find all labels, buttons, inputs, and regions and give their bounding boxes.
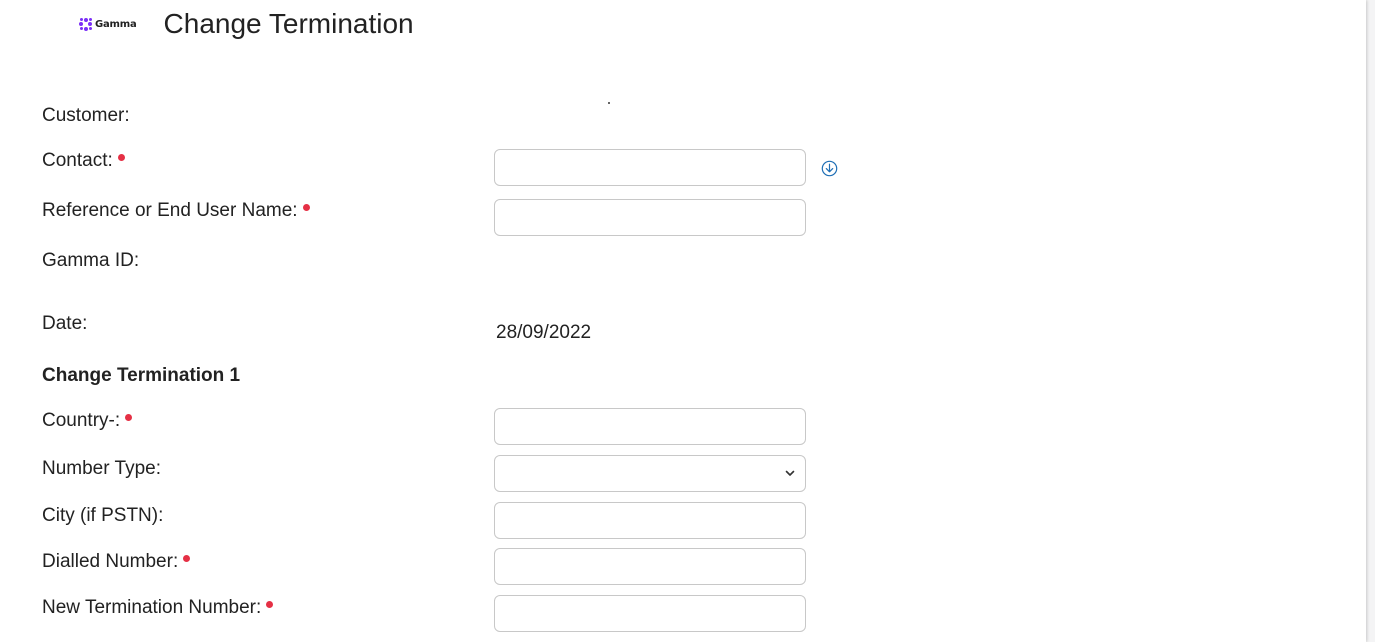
city-input[interactable] bbox=[494, 502, 806, 539]
customer-label-text: Customer: bbox=[42, 105, 130, 126]
contact-label: Contact: bbox=[42, 150, 125, 172]
required-dot-icon bbox=[302, 204, 310, 211]
section-title-text: Change Termination 1 bbox=[42, 365, 241, 386]
customer-label: Customer: bbox=[42, 105, 130, 127]
city-label: City (if PSTN): bbox=[42, 505, 163, 527]
date-value: 28/09/2022 bbox=[496, 322, 592, 343]
number-type-label: Number Type: bbox=[42, 458, 161, 480]
country-label: Country-: bbox=[42, 410, 133, 432]
dialled-number-label: Dialled Number: bbox=[42, 551, 191, 573]
contact-input[interactable] bbox=[494, 149, 806, 186]
country-input[interactable] bbox=[494, 408, 806, 445]
dialled-number-label-text: Dialled Number: bbox=[42, 551, 179, 572]
customer-value bbox=[608, 102, 610, 104]
date-label-text: Date: bbox=[42, 313, 88, 334]
gamma-id-label-text: Gamma ID: bbox=[42, 250, 140, 271]
country-label-text: Country-: bbox=[42, 410, 121, 431]
new-termination-label: New Termination Number: bbox=[42, 597, 274, 619]
required-dot-icon bbox=[183, 555, 191, 562]
number-type-label-text: Number Type: bbox=[42, 458, 161, 479]
chevron-down-icon bbox=[785, 470, 795, 476]
page-title: Change Termination bbox=[163, 8, 414, 39]
number-type-select[interactable] bbox=[494, 455, 806, 492]
required-dot-icon bbox=[266, 601, 274, 608]
contact-label-text: Contact: bbox=[42, 150, 113, 171]
gamma-id-label: Gamma ID: bbox=[42, 250, 139, 272]
reference-input[interactable] bbox=[494, 199, 806, 236]
section-title: Change Termination 1 bbox=[42, 365, 240, 387]
dialled-number-input[interactable] bbox=[494, 548, 806, 585]
form-page: Gamma Change Termination Customer: Conta… bbox=[0, 0, 1366, 642]
required-dot-icon bbox=[125, 414, 133, 421]
new-termination-input[interactable] bbox=[494, 595, 806, 632]
city-label-text: City (if PSTN): bbox=[42, 505, 164, 526]
required-dot-icon bbox=[117, 154, 125, 161]
gamma-logo-icon bbox=[79, 17, 92, 31]
reference-label: Reference or End User Name: bbox=[42, 200, 310, 222]
gamma-logo: Gamma bbox=[79, 17, 137, 31]
date-label: Date: bbox=[42, 313, 87, 335]
circle-arrow-down-icon[interactable] bbox=[821, 160, 838, 177]
new-termination-label-text: New Termination Number: bbox=[42, 597, 262, 618]
reference-label-text: Reference or End User Name: bbox=[42, 200, 298, 221]
logo-text: Gamma bbox=[95, 18, 137, 30]
page-header: Gamma Change Termination bbox=[79, 6, 414, 42]
